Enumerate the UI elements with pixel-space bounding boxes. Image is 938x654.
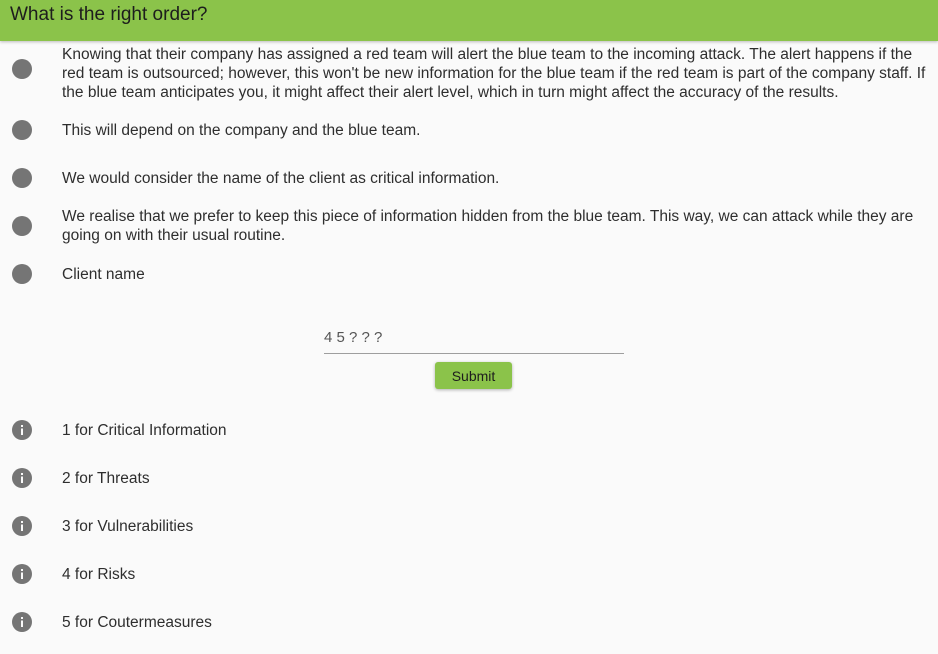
radio-bullet-icon[interactable] [12,168,32,188]
info-icon [12,420,32,440]
legend-item-1: 1 for Critical Information [0,418,938,444]
option-item-1[interactable]: Knowing that their company has assigned … [0,44,938,102]
option-item-5[interactable]: Client name [0,262,938,288]
legend-item-2: 2 for Threats [0,466,938,492]
option-text: Client name [62,266,145,283]
info-icon [12,564,32,584]
info-icon [12,612,32,632]
option-item-3[interactable]: We would consider the name of the client… [0,166,938,192]
radio-bullet-icon[interactable] [12,264,32,284]
option-text: Knowing that their company has assigned … [62,46,926,101]
legend-item-5: 5 for Coutermeasures [0,610,938,636]
radio-bullet-icon[interactable] [12,59,32,79]
app-bar: What is the right order? [0,0,938,41]
page-title: What is the right order? [10,4,208,25]
submit-button[interactable]: Submit [435,362,512,389]
radio-bullet-icon[interactable] [12,216,32,236]
answer-input[interactable] [324,316,624,354]
option-text: We would consider the name of the client… [62,170,500,187]
option-text: This will depend on the company and the … [62,122,421,139]
info-icon [12,468,32,488]
radio-bullet-icon[interactable] [12,120,32,140]
legend-text: 4 for Risks [62,566,136,583]
info-icon [12,516,32,536]
option-item-4[interactable]: We realise that we prefer to keep this p… [0,206,938,246]
legend-text: 2 for Threats [62,470,150,487]
option-item-2[interactable]: This will depend on the company and the … [0,118,938,144]
legend-text: 3 for Vulnerabilities [62,518,194,535]
legend-item-3: 3 for Vulnerabilities [0,514,938,540]
legend-text: 1 for Critical Information [62,422,227,439]
legend-item-4: 4 for Risks [0,562,938,588]
legend-text: 5 for Coutermeasures [62,614,212,631]
option-text: We realise that we prefer to keep this p… [62,208,914,244]
